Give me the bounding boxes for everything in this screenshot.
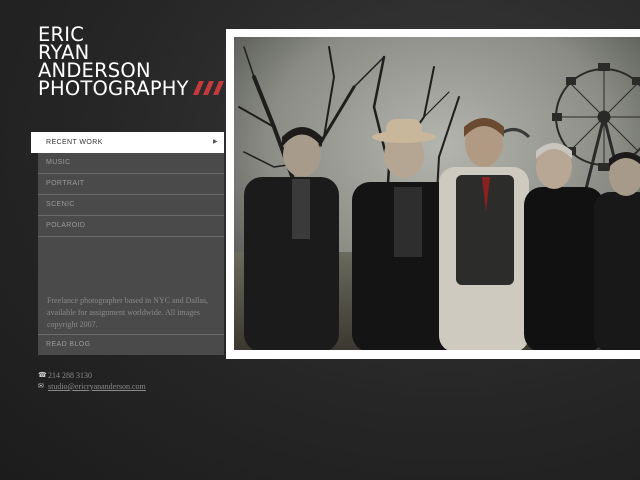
contact-info: ☎ 214 288 3130 ✉ studio@ericryananderson… xyxy=(38,370,146,392)
main-nav: RECENT WORK ▶ MUSIC PORTRAIT SCENIC POLA… xyxy=(31,132,224,355)
email-link[interactable]: studio@ericryananderson.com xyxy=(48,381,146,392)
nav-item-music[interactable]: MUSIC xyxy=(38,153,224,174)
phone-icon: ☎ xyxy=(38,371,47,379)
read-blog-link[interactable]: READ BLOG xyxy=(38,334,224,355)
nav-spacer xyxy=(38,237,224,289)
logo-slashes-icon xyxy=(192,80,224,95)
about-text: Freelance photographer based in NYC and … xyxy=(38,289,224,334)
band-photo-image xyxy=(234,37,640,350)
nav-item-label: RECENT WORK xyxy=(46,139,103,146)
featured-photo-frame xyxy=(226,29,640,359)
nav-item-recent-work[interactable]: RECENT WORK ▶ xyxy=(31,132,224,153)
nav-item-label: PORTRAIT xyxy=(46,180,85,187)
logo-line-4: PHOTOGRAPHY xyxy=(38,77,189,100)
featured-photo[interactable] xyxy=(234,37,640,350)
nav-item-portrait[interactable]: PORTRAIT xyxy=(38,174,224,195)
chevron-right-icon: ▶ xyxy=(212,139,218,145)
nav-item-label: SCENIC xyxy=(46,201,75,208)
nav-item-label: MUSIC xyxy=(46,159,71,166)
site-logo[interactable]: ERIC RYAN ANDERSON PHOTOGRAPHY xyxy=(38,25,226,100)
nav-item-polaroid[interactable]: POLAROID xyxy=(38,216,224,237)
nav-item-label: POLAROID xyxy=(46,222,86,229)
envelope-icon: ✉ xyxy=(38,382,44,390)
nav-item-scenic[interactable]: SCENIC xyxy=(38,195,224,216)
phone-number: 214 288 3130 xyxy=(48,371,92,380)
read-blog-label: READ BLOG xyxy=(46,341,91,348)
